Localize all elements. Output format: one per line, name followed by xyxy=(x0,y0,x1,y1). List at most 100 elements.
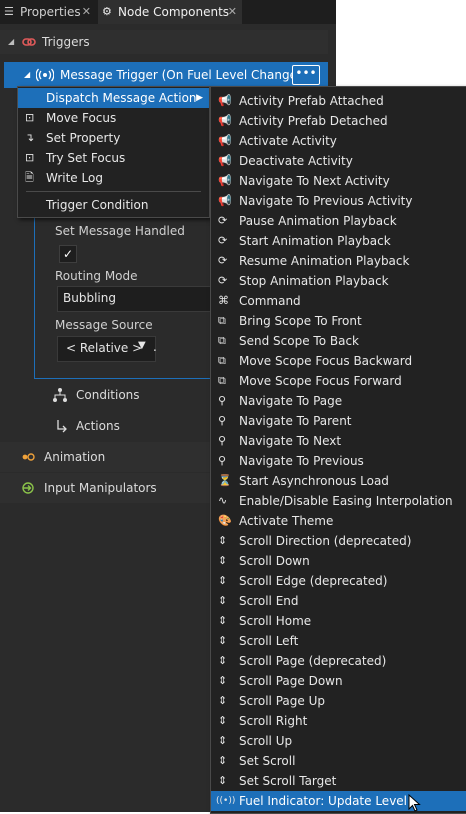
menu-separator xyxy=(26,191,201,192)
submenu-item[interactable]: ⇕ Scroll Page Up xyxy=(211,691,466,711)
submenu-item-label: Scroll Direction (deprecated) xyxy=(239,534,412,548)
submenu-item-label: Scroll Page Up xyxy=(239,694,325,708)
navigate-icon: ⚲ xyxy=(218,414,227,427)
submenu-item[interactable]: ⟳ Stop Animation Playback xyxy=(211,271,466,291)
submenu-item[interactable]: ⇕ Scroll Right xyxy=(211,711,466,731)
submenu-item-label: Enable/Disable Easing Interpolation xyxy=(239,494,453,508)
conditions-item[interactable]: Conditions xyxy=(52,380,202,410)
menu-item-trigger-condition[interactable]: Trigger Condition xyxy=(18,195,209,215)
more-options-button[interactable]: ••• xyxy=(292,65,320,85)
tab-bar: ☰ Properties ✕ ⚙ Node Components ✕ xyxy=(0,0,336,24)
submenu-item-label: Navigate To Page xyxy=(239,394,343,408)
message-source-path[interactable]: . xyxy=(153,340,157,354)
submenu-item[interactable]: ⇕ Scroll Home xyxy=(211,611,466,631)
submenu-item[interactable]: ⇕ Scroll Up xyxy=(211,731,466,751)
navigate-icon: ⚲ xyxy=(218,454,227,467)
submenu-item[interactable]: ⌘ Command xyxy=(211,291,466,311)
collapse-triangle-icon[interactable]: ◢ xyxy=(8,30,14,54)
actions-item[interactable]: Actions xyxy=(52,411,202,441)
submenu-item[interactable]: 📢 Activity Prefab Detached xyxy=(211,111,466,131)
message-source-dropdown[interactable]: < Relative > ▼ xyxy=(57,336,156,362)
scope-icon: ⧉ xyxy=(218,374,226,387)
scroll-icon: ⇕ xyxy=(218,554,228,567)
submenu-item-label: Scroll Down xyxy=(239,554,310,568)
dropdown-arrow-icon: ▼ xyxy=(138,340,146,351)
submenu-item-label: Activate Activity xyxy=(239,134,337,148)
set-message-handled-checkbox[interactable]: ✓ xyxy=(59,245,77,263)
expand-triangle-icon[interactable]: ◢ xyxy=(24,62,30,88)
conditions-label: Conditions xyxy=(76,388,140,402)
submenu-item[interactable]: ⇕ Set Scroll xyxy=(211,751,466,771)
message-trigger-item[interactable]: ◢ Message Trigger (On Fuel Level Changed… xyxy=(4,62,328,88)
message-icon: 📢 xyxy=(218,154,232,167)
submenu-item[interactable]: 📢 Navigate To Next Activity xyxy=(211,171,466,191)
scope-icon: ⧉ xyxy=(218,354,226,367)
routing-mode-label: Routing Mode xyxy=(55,269,138,283)
submenu-item[interactable]: ⇕ Scroll Page (deprecated) xyxy=(211,651,466,671)
scroll-icon: ⇕ xyxy=(218,534,228,547)
submenu-item[interactable]: ⏳ Start Asynchronous Load xyxy=(211,471,466,491)
submenu-item[interactable]: ⇕ Scroll Direction (deprecated) xyxy=(211,531,466,551)
menu-item-try-set-focus[interactable]: ⊡ Try Set Focus xyxy=(18,148,209,168)
tab-properties[interactable]: ☰ Properties ✕ xyxy=(0,0,96,24)
message-icon: 📢 xyxy=(218,134,232,147)
load-icon: ⏳ xyxy=(218,474,232,487)
submenu-item-label: Scroll Up xyxy=(239,734,293,748)
tab-node-components-close-icon[interactable]: ✕ xyxy=(228,0,237,24)
menu-item-write-log[interactable]: 🗎 Write Log xyxy=(18,168,209,188)
routing-mode-value: Bubbling xyxy=(63,291,116,305)
submenu-item[interactable]: ⧉ Move Scope Focus Forward xyxy=(211,371,466,391)
submenu-item[interactable]: 📢 Activate Activity xyxy=(211,131,466,151)
submenu-item[interactable]: ⇕ Scroll Left xyxy=(211,631,466,651)
submenu-item[interactable]: ⇕ Set Scroll Target xyxy=(211,771,466,791)
submenu-item[interactable]: ⚲ Navigate To Next xyxy=(211,431,466,451)
menu-item-label: Dispatch Message Action xyxy=(46,91,197,105)
scroll-icon: ⇕ xyxy=(218,594,228,607)
triggers-section-header[interactable]: ◢ Triggers xyxy=(0,30,328,54)
submenu-item[interactable]: 🎨 Activate Theme xyxy=(211,511,466,531)
scroll-icon: ⇕ xyxy=(218,714,228,727)
submenu-item[interactable]: ⇕ Scroll Down xyxy=(211,551,466,571)
submenu-item[interactable]: ⟳ Pause Animation Playback xyxy=(211,211,466,231)
submenu-item[interactable]: 📢 Deactivate Activity xyxy=(211,151,466,171)
submenu-item[interactable]: ⇕ Scroll Page Down xyxy=(211,671,466,691)
dispatch-message-action-submenu: 📢 Activity Prefab Attached 📢 Activity Prefa… xyxy=(210,86,466,814)
submenu-item[interactable]: 📢 Activity Prefab Attached xyxy=(211,91,466,111)
scroll-icon: ⇕ xyxy=(218,634,228,647)
menu-item-set-property[interactable]: ↴ Set Property xyxy=(18,128,209,148)
message-icon: 📢 xyxy=(218,114,232,127)
message-trigger-icon: ((•)) xyxy=(216,796,236,806)
submenu-item[interactable]: ⧉ Bring Scope To Front xyxy=(211,311,466,331)
tab-properties-close-icon[interactable]: ✕ xyxy=(82,0,91,24)
menu-item-move-focus[interactable]: ⊡ Move Focus xyxy=(18,108,209,128)
theme-icon: 🎨 xyxy=(218,514,232,527)
submenu-item[interactable]: ⇕ Scroll Edge (deprecated) xyxy=(211,571,466,591)
submenu-item[interactable]: 📢 Navigate To Previous Activity xyxy=(211,191,466,211)
tab-node-components[interactable]: ⚙ Node Components ✕ xyxy=(98,0,242,24)
add-action-menu: Dispatch Message Action ▶ ⊡ Move Focus ↴… xyxy=(17,86,210,218)
submenu-item[interactable]: ∿ Enable/Disable Easing Interpolation xyxy=(211,491,466,511)
navigate-icon: ⚲ xyxy=(218,394,227,407)
menu-item-dispatch-message-action[interactable]: Dispatch Message Action ▶ xyxy=(18,88,209,108)
submenu-item-label: Deactivate Activity xyxy=(239,154,353,168)
submenu-item-label: Scroll Page Down xyxy=(239,674,343,688)
submenu-item-label: Scroll Edge (deprecated) xyxy=(239,574,388,588)
submenu-item[interactable]: ⇕ Scroll End xyxy=(211,591,466,611)
easing-icon: ∿ xyxy=(218,494,228,507)
submenu-item[interactable]: ⚲ Navigate To Previous xyxy=(211,451,466,471)
submenu-item[interactable]: ⟳ Start Animation Playback xyxy=(211,231,466,251)
properties-icon: ☰ xyxy=(4,5,14,18)
submenu-item[interactable]: ⧉ Send Scope To Back xyxy=(211,331,466,351)
submenu-item[interactable]: ⚲ Navigate To Parent xyxy=(211,411,466,431)
node-components-icon: ⚙ xyxy=(102,5,112,18)
submenu-item[interactable]: ⧉ Move Scope Focus Backward xyxy=(211,351,466,371)
submenu-item[interactable]: ((•)) Fuel Indicator: Update Level xyxy=(211,791,466,811)
submenu-item-label: Scroll Page (deprecated) xyxy=(239,654,387,668)
submenu-item[interactable]: ⚲ Navigate To Page xyxy=(211,391,466,411)
submenu-arrow-icon: ▶ xyxy=(196,93,203,103)
triggers-label: Triggers xyxy=(42,35,90,49)
submenu-item-label: Navigate To Next Activity xyxy=(239,174,390,188)
scroll-icon: ⇕ xyxy=(218,694,228,707)
menu-item-label: Write Log xyxy=(46,171,103,185)
submenu-item[interactable]: ⟳ Resume Animation Playback xyxy=(211,251,466,271)
